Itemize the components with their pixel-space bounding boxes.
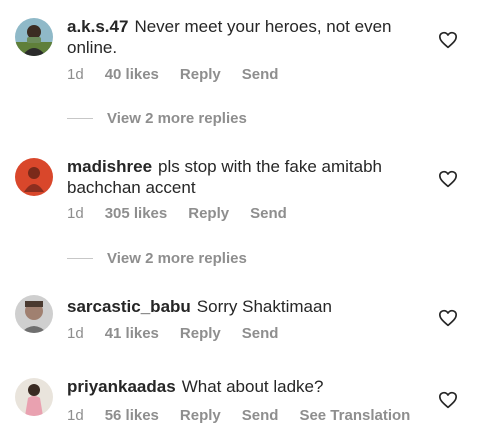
comment-username[interactable]: madishree [67,157,152,176]
reply-button[interactable]: Reply [180,325,221,342]
comment-username[interactable]: a.k.s.47 [67,17,128,36]
heart-outline-icon[interactable] [438,31,458,49]
comment-body: Sorry Shaktimaan [196,297,332,316]
reply-button[interactable]: Reply [180,66,221,83]
comment-text-block: a.k.s.47 Never meet your heroes, not even… [67,16,417,58]
avatar[interactable] [15,295,53,333]
comment-age: 1d [67,205,84,222]
view-more-replies-label: View 2 more replies [107,110,247,127]
send-button[interactable]: Send [242,325,279,342]
likes-count[interactable]: 40 likes [105,66,159,83]
send-button[interactable]: Send [242,407,279,424]
comment-text-block: priyankaadas What about ladke? [67,376,417,397]
comment-age: 1d [67,66,84,83]
avatar[interactable] [15,158,53,196]
reply-button[interactable]: Reply [188,205,229,222]
comment-meta: 1d 41 likes Reply Send [67,325,299,342]
view-more-replies-label: View 2 more replies [107,250,247,267]
comment-age: 1d [67,407,84,424]
comment-meta: 1d 40 likes Reply Send [67,66,299,83]
comment-meta: 1d 305 likes Reply Send [67,205,308,222]
comment-username[interactable]: priyankaadas [67,377,176,396]
heart-outline-icon[interactable] [438,309,458,327]
reply-button[interactable]: Reply [180,407,221,424]
divider-line [67,258,93,259]
comment-body: What about ladke? [181,377,324,396]
view-more-replies-button[interactable]: View 2 more replies [67,110,247,127]
comment-meta: 1d 56 likes Reply Send See Translation [67,407,431,424]
send-button[interactable]: Send [242,66,279,83]
comment-username[interactable]: sarcastic_babu [67,297,191,316]
comment-text-block: madishree pls stop with the fake amitabh … [67,156,417,198]
heart-outline-icon[interactable] [438,170,458,188]
comment-text-block: sarcastic_babu Sorry Shaktimaan [67,296,417,317]
comment-age: 1d [67,325,84,342]
see-translation-button[interactable]: See Translation [299,407,410,424]
avatar[interactable] [15,378,53,416]
heart-outline-icon[interactable] [438,391,458,409]
likes-count[interactable]: 305 likes [105,205,168,222]
divider-line [67,118,93,119]
avatar[interactable] [15,18,53,56]
send-button[interactable]: Send [250,205,287,222]
likes-count[interactable]: 41 likes [105,325,159,342]
view-more-replies-button[interactable]: View 2 more replies [67,250,247,267]
likes-count[interactable]: 56 likes [105,407,159,424]
